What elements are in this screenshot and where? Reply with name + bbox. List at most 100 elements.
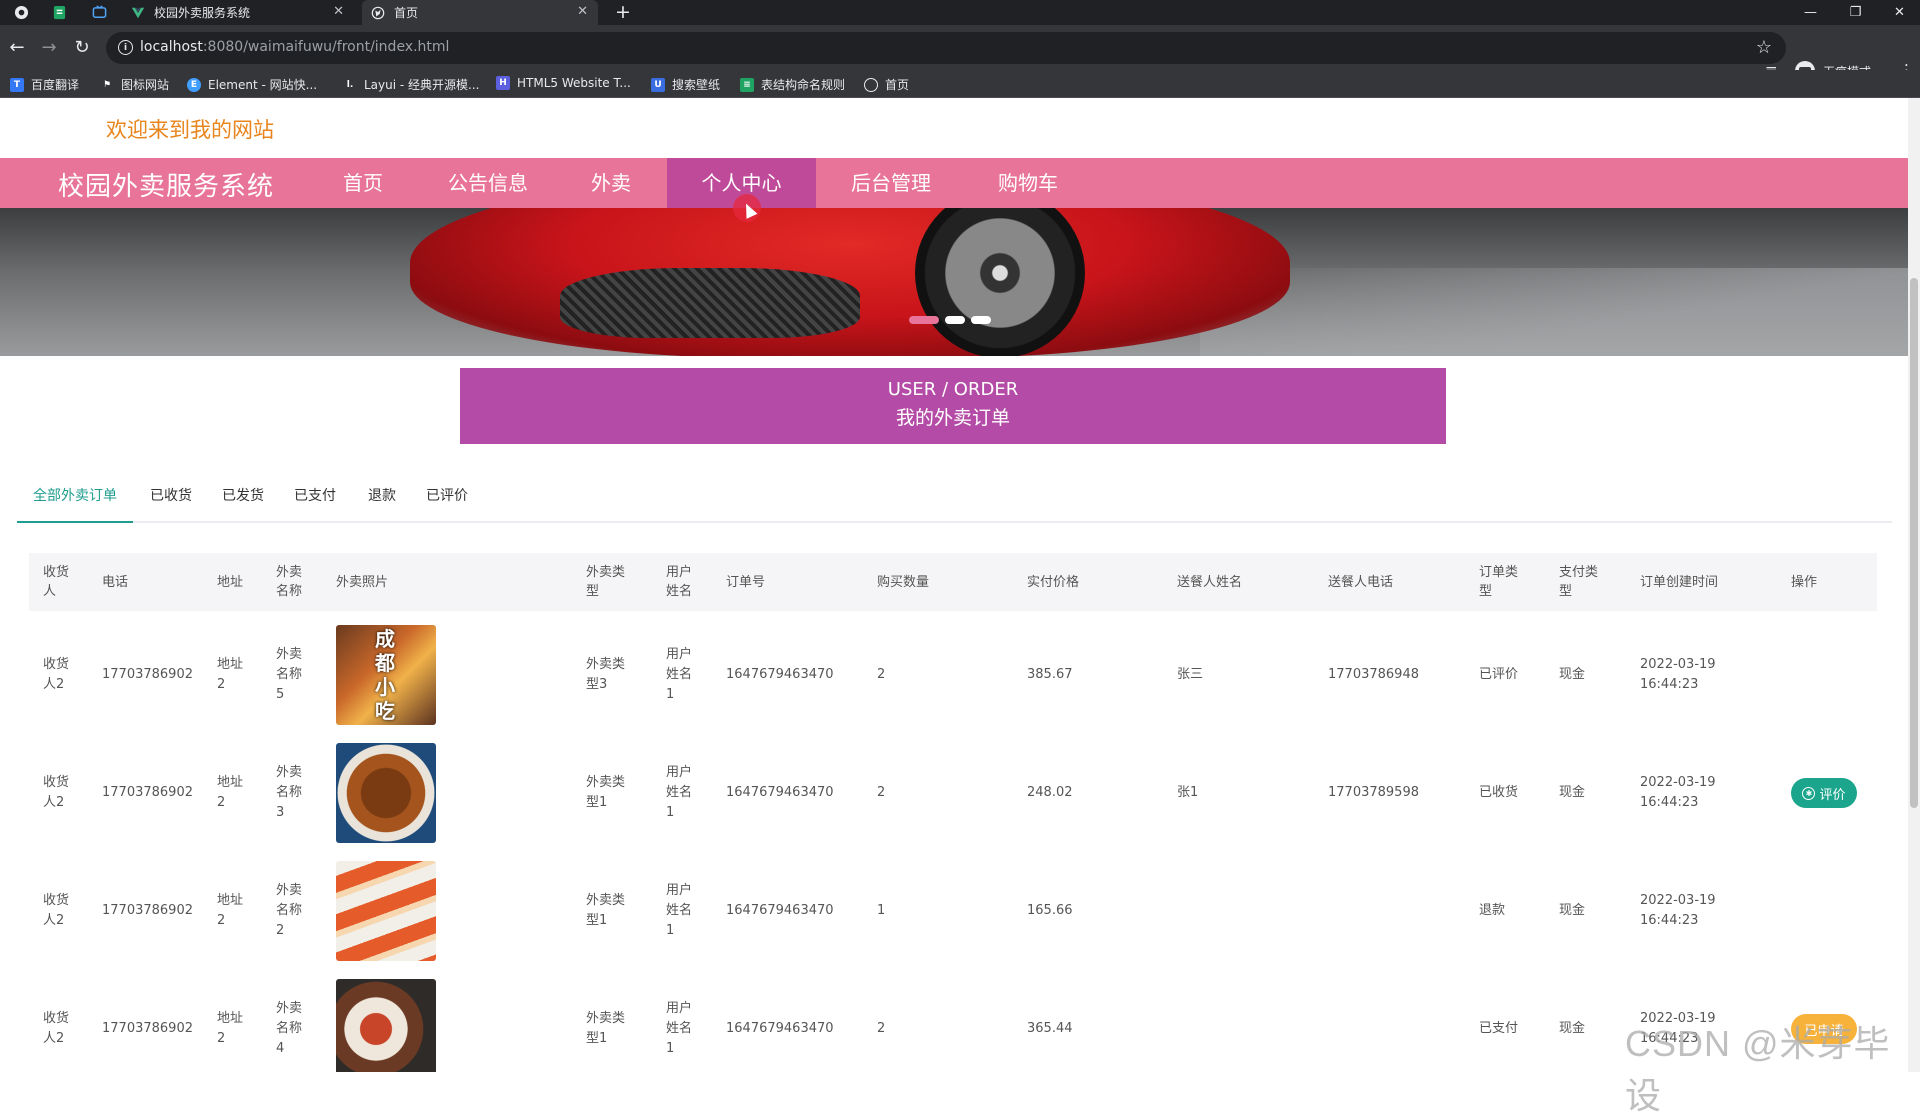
- table-row: 收货人2 17703786902 地址2 外卖名称3 外卖类型1 用户姓名1 1…: [29, 734, 1877, 852]
- bookmark-html5[interactable]: H HTML5 Website T...: [496, 76, 631, 90]
- col-price: 实付价格: [1027, 574, 1080, 590]
- cell-qty: 2: [877, 1021, 886, 1036]
- cell-user: 用户姓名1: [666, 883, 693, 938]
- cell-pay: 现金: [1559, 667, 1586, 682]
- tab-title: 首页: [394, 6, 419, 20]
- nav-takeout[interactable]: 外卖: [563, 158, 659, 208]
- order-header-zh: 我的外卖订单: [895, 407, 1010, 429]
- nav-admin[interactable]: 后台管理: [828, 158, 954, 208]
- bookmarks-bar: T 百度翻译 ⚑ 图标网站 E Element - 网站快... l. Layui - …: [0, 70, 1920, 98]
- cell-phone: 17703786902: [102, 785, 193, 800]
- close-icon[interactable]: ✕: [333, 4, 344, 19]
- browser-tab-strip: 校园外卖服务系统 ✕ 首页 ✕ + — ❐ ✕: [0, 0, 1920, 25]
- translate-icon: T: [10, 77, 24, 92]
- cell-price: 385.67: [1027, 667, 1073, 682]
- url-text[interactable]: localhost:8080/waimaifuwu/front/index.ht…: [140, 39, 449, 55]
- cell-price: 248.02: [1027, 785, 1073, 800]
- bookmark-label: 百度翻译: [31, 78, 80, 92]
- restore-icon[interactable]: ❐: [1833, 0, 1878, 25]
- bookmark-naming[interactable]: ≡ 表结构命名规则: [740, 76, 845, 93]
- tab-home[interactable]: 首页 ✕: [362, 0, 598, 25]
- scrollbar-thumb[interactable]: [1910, 278, 1918, 808]
- tab-campus-system[interactable]: 校园外卖服务系统 ✕: [122, 0, 354, 25]
- nav-cart[interactable]: 购物车: [980, 158, 1076, 208]
- cell-qty: 2: [877, 667, 886, 682]
- carousel-indicators: [909, 316, 991, 324]
- bookmark-icon-site[interactable]: ⚑ 图标网站: [100, 76, 169, 93]
- window-close-icon[interactable]: ✕: [1877, 0, 1920, 25]
- pinned-tab-chrome-icon[interactable]: [12, 3, 31, 22]
- cell-courier: 张三: [1177, 667, 1204, 682]
- bookmark-home[interactable]: 首页: [864, 76, 909, 93]
- carousel-dot-1[interactable]: [909, 316, 939, 324]
- food-photo: [336, 861, 436, 961]
- bookmark-element[interactable]: E Element - 网站快...: [187, 76, 317, 93]
- cell-type: 外卖类型3: [586, 657, 626, 692]
- col-name: 外卖名称: [276, 565, 303, 599]
- nav-notices[interactable]: 公告信息: [426, 158, 550, 208]
- reload-icon[interactable]: ↻: [71, 36, 93, 58]
- cell-order-no: 1647679463470: [726, 667, 834, 682]
- minimize-icon[interactable]: —: [1788, 0, 1833, 25]
- back-icon[interactable]: ←: [6, 36, 28, 58]
- bookmark-label: HTML5 Website T...: [517, 76, 631, 90]
- col-qty: 购买数量: [877, 574, 930, 590]
- bookmark-baidu-translate[interactable]: T 百度翻译: [10, 76, 79, 93]
- url-bar[interactable]: i localhost:8080/waimaifuwu/front/index.…: [106, 32, 1786, 64]
- col-phone: 电话: [102, 574, 129, 590]
- globe-icon: [370, 5, 386, 21]
- element-icon: E: [187, 77, 201, 92]
- cell-courier: [1177, 852, 1257, 970]
- tab-shipped[interactable]: 已发货: [217, 483, 269, 523]
- csdn-watermark: CSDN @米芽毕设: [1625, 1023, 1891, 1116]
- bookmark-label: Layui - 经典开源模...: [364, 78, 480, 92]
- cell-address: 地址2: [217, 893, 244, 928]
- bookmark-label: 图标网站: [121, 78, 170, 92]
- cell-status: 退款: [1479, 903, 1506, 918]
- bookmark-label: Element - 网站快...: [208, 78, 318, 92]
- carousel-dot-3[interactable]: [971, 316, 991, 324]
- bookmark-layui[interactable]: l. Layui - 经典开源模...: [343, 76, 480, 93]
- cell-courier-phone: [1328, 852, 1438, 970]
- carousel-banner[interactable]: [0, 208, 1908, 356]
- cell-status: 已支付: [1479, 1021, 1519, 1036]
- site-info-icon[interactable]: i: [118, 40, 133, 55]
- tab-all-orders[interactable]: 全部外卖订单: [17, 483, 133, 523]
- wallpaper-icon: U: [651, 77, 665, 92]
- cell-order-no: 1647679463470: [726, 785, 834, 800]
- bookmark-wallpaper[interactable]: U 搜索壁纸: [651, 76, 720, 93]
- bookmark-label: 表结构命名规则: [761, 78, 846, 92]
- nav-home[interactable]: 首页: [312, 158, 414, 208]
- cell-courier-phone: [1328, 970, 1438, 1072]
- bookmark-star-icon[interactable]: ☆: [1756, 37, 1772, 58]
- forward-icon[interactable]: →: [38, 36, 60, 58]
- cell-created: 2022-03-19 16:44:23: [1640, 775, 1716, 810]
- layui-icon: l.: [346, 79, 354, 90]
- welcome-text: 欢迎来到我的网站: [106, 118, 274, 142]
- tab-paid[interactable]: 已支付: [289, 483, 341, 523]
- cell-courier: [1177, 970, 1257, 1072]
- cell-name: 外卖名称5: [276, 647, 303, 702]
- cell-user: 用户姓名1: [666, 647, 693, 702]
- cell-order-no: 1647679463470: [726, 1021, 834, 1036]
- page-scrollbar[interactable]: [1908, 98, 1920, 1072]
- cell-address: 地址2: [217, 657, 244, 692]
- site-brand[interactable]: 校园外卖服务系统: [58, 166, 274, 203]
- cell-address: 地址2: [217, 775, 244, 810]
- pinned-tab-tv-icon[interactable]: [90, 3, 109, 22]
- sheet-icon: ≡: [740, 77, 754, 92]
- cell-order-no: 1647679463470: [726, 903, 834, 918]
- cell-phone: 17703786902: [102, 667, 193, 682]
- new-tab-button[interactable]: +: [615, 1, 631, 23]
- cell-pay: 现金: [1559, 1021, 1586, 1036]
- pinned-tab-sheet-icon[interactable]: [50, 3, 69, 22]
- close-icon[interactable]: ✕: [577, 4, 588, 19]
- carousel-dot-2[interactable]: [945, 316, 965, 324]
- tab-reviewed[interactable]: 已评价: [421, 483, 473, 523]
- cell-type: 外卖类型1: [586, 893, 626, 928]
- cell-created: 2022-03-19 16:44:23: [1640, 657, 1716, 692]
- globe-icon: [864, 77, 878, 92]
- tab-refund[interactable]: 退款: [363, 483, 401, 523]
- tab-received[interactable]: 已收货: [145, 483, 197, 523]
- review-button[interactable]: ✱ 评价: [1791, 778, 1857, 808]
